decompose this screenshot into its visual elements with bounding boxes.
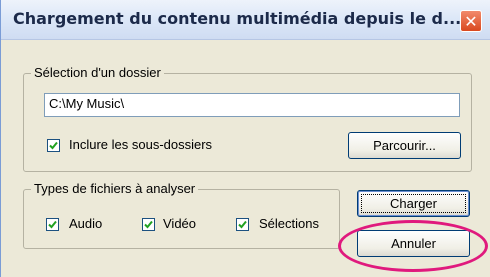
selections-label: Sélections (259, 216, 319, 231)
checkmark-icon (144, 220, 153, 229)
browse-button[interactable]: Parcourir... (348, 132, 461, 159)
video-checkbox[interactable] (142, 218, 155, 231)
title-bar[interactable]: Chargement du contenu multimédia depuis … (1, 0, 490, 40)
load-button-label: Charger (390, 196, 437, 211)
close-icon: ✕ (464, 11, 478, 31)
window-title: Chargement du contenu multimédia depuis … (13, 9, 462, 28)
highlight-circle (338, 220, 488, 272)
folder-path-input[interactable]: C:\My Music\ (44, 93, 460, 117)
file-types-group-title: Types de fichiers à analyser (31, 181, 199, 196)
folder-group-title: Sélection d'un dossier (31, 65, 164, 80)
selections-checkbox[interactable] (236, 218, 249, 231)
checkmark-icon (48, 220, 57, 229)
browse-button-label: Parcourir... (373, 138, 436, 153)
close-button[interactable]: ✕ (460, 10, 482, 32)
load-button[interactable]: Charger (357, 190, 470, 217)
audio-label: Audio (69, 216, 103, 231)
audio-checkbox[interactable] (46, 218, 59, 231)
load-media-dialog: Chargement du contenu multimédia depuis … (0, 0, 490, 277)
checkmark-icon (49, 141, 58, 150)
include-subfolders-label: Inclure les sous-dossiers (69, 137, 213, 152)
video-label: Vidéo (163, 216, 197, 231)
include-subfolders-checkbox[interactable] (47, 139, 60, 152)
checkmark-icon (238, 220, 247, 229)
